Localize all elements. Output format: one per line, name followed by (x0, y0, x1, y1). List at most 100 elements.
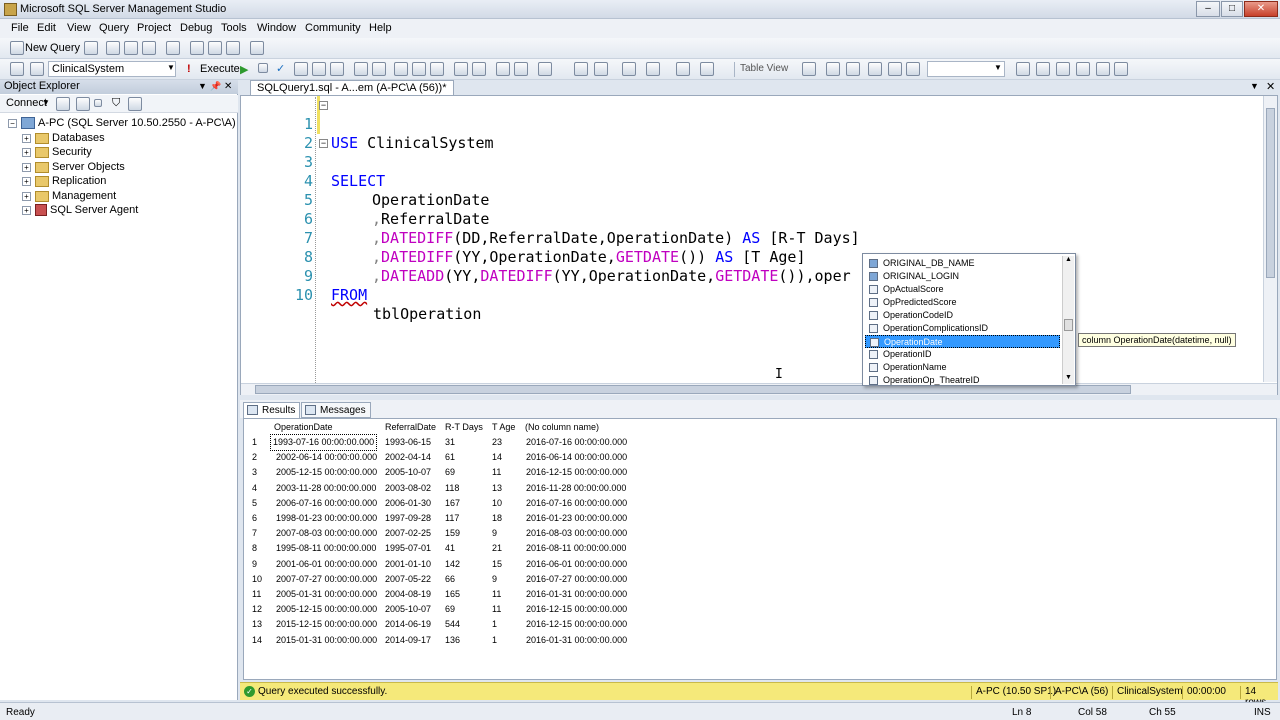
table-cell[interactable]: 2015-12-15 00:00:00.000 (276, 617, 377, 632)
table-cell[interactable]: 66 (445, 572, 455, 587)
table-cell[interactable]: 1 (492, 633, 497, 648)
table-row[interactable]: 4 2003-11-28 00:00:00.000 2003-08-02 118 13 2… (244, 481, 644, 496)
menu-tools[interactable]: Tools (221, 22, 247, 34)
table-cell[interactable]: 2007-07-27 00:00:00.000 (276, 572, 377, 587)
table-cell[interactable]: 136 (445, 633, 460, 648)
table-cell[interactable]: 2016-01-31 00:00:00.000 (526, 633, 627, 648)
chevron-down-icon[interactable]: ▼ (1250, 81, 1259, 91)
intellisense-item[interactable]: OperationCodeID (865, 309, 1060, 322)
save-icon[interactable] (208, 41, 222, 55)
table-row[interactable]: 11 2005-01-31 00:00:00.000 2004-08-19 165 11… (244, 587, 644, 602)
table-row[interactable]: 14 2015-01-31 00:00:00.000 2014-09-17 136 1 2… (244, 633, 644, 648)
chevron-down-icon[interactable]: ▼ (198, 80, 207, 93)
display-estimated-plan-icon[interactable] (294, 62, 308, 76)
zoom-icon[interactable] (906, 62, 920, 76)
table-cell[interactable]: 1995-08-11 00:00:00.000 (276, 541, 376, 556)
tree-node-server-objects[interactable]: + Server Objects (22, 160, 125, 174)
table-cell[interactable]: 2006-01-30 (385, 496, 431, 511)
intellisense-item[interactable]: OperationID (865, 348, 1060, 361)
table-cell[interactable]: 14 (492, 450, 502, 465)
table-cell[interactable]: 2016-07-16 00:00:00.000 (526, 435, 627, 450)
show-criteria-icon[interactable] (622, 62, 636, 76)
table-row[interactable]: 6 1998-01-23 00:00:00.000 1997-09-28 117 18 2… (244, 511, 644, 526)
collapse-icon[interactable]: − (319, 139, 328, 148)
make-same-height-icon[interactable] (1056, 62, 1070, 76)
table-cell[interactable]: 2002-06-14 00:00:00.000 (276, 450, 377, 465)
close-button[interactable]: ✕ (1244, 1, 1278, 17)
table-row[interactable]: 5 2006-07-16 00:00:00.000 2006-01-30 167 10 2… (244, 496, 644, 511)
layout-icon[interactable] (868, 62, 882, 76)
analysis-query-icon[interactable] (106, 41, 120, 55)
connect-icon[interactable] (10, 62, 24, 76)
execute-button[interactable]: Execute (200, 63, 240, 75)
align-icon[interactable] (1016, 62, 1030, 76)
table-row[interactable]: 3 2005-12-15 00:00:00.000 2005-10-07 69 11 20… (244, 465, 644, 480)
filter-icon[interactable]: ⛉ (112, 97, 120, 110)
intellisense-item-selected[interactable]: OperationDate (865, 335, 1060, 348)
table-cell[interactable]: 9 (492, 526, 497, 541)
pin-icon[interactable]: 📌 (210, 80, 221, 93)
tree-node-security[interactable]: + Security (22, 145, 92, 159)
tree-node-replication[interactable]: + Replication (22, 174, 106, 188)
expand-icon[interactable]: + (22, 133, 31, 143)
table-cell[interactable]: 2001-06-01 00:00:00.000 (276, 557, 377, 572)
group-by-icon[interactable] (802, 62, 816, 76)
menu-project[interactable]: Project (137, 22, 171, 34)
size-to-grid-icon[interactable] (1076, 62, 1090, 76)
table-cell[interactable]: 2001-01-10 (385, 557, 431, 572)
results-grid[interactable]: OperationDate ReferralDate R-T Days T Ag… (243, 418, 1277, 680)
tree-server-node[interactable]: − A-PC (SQL Server 10.50.2550 - A-PC\A) (8, 116, 236, 130)
add-table-icon[interactable] (594, 62, 608, 76)
new-query-button[interactable]: New Query (25, 42, 80, 54)
table-cell[interactable]: 2007-02-25 (385, 526, 431, 541)
tree-node-databases[interactable]: + Databases (22, 131, 105, 145)
editor-vertical-scrollbar[interactable] (1263, 96, 1277, 382)
menu-query[interactable]: Query (99, 22, 129, 34)
database-select[interactable]: ClinicalSystem ▼ (48, 61, 176, 77)
print-icon[interactable] (226, 41, 240, 55)
table-cell[interactable]: 159 (445, 526, 460, 541)
increase-indent-icon[interactable] (472, 62, 486, 76)
table-cell[interactable]: 118 (445, 481, 459, 496)
column-header[interactable]: (No column name) (525, 420, 599, 435)
column-header[interactable]: ReferralDate (385, 420, 436, 435)
table-cell[interactable]: 2005-10-07 (385, 602, 431, 617)
table-cell[interactable]: 13 (492, 481, 502, 496)
bring-to-front-icon[interactable] (1096, 62, 1110, 76)
intellisense-item[interactable]: OperationOp_TheatreID (865, 374, 1060, 387)
intellisense-item[interactable]: OperationComplicationsID (865, 322, 1060, 335)
table-cell[interactable]: 2005-01-31 00:00:00.000 (276, 587, 377, 602)
minimize-button[interactable]: – (1196, 1, 1220, 17)
tree-node-management[interactable]: + Management (22, 189, 116, 203)
table-cell[interactable]: 165 (445, 587, 460, 602)
menu-window[interactable]: Window (257, 22, 296, 34)
column-header[interactable]: R-T Days (445, 420, 483, 435)
dmx-query-icon[interactable] (142, 41, 156, 55)
column-header[interactable]: T Age (492, 420, 515, 435)
table-cell[interactable]: 1993-07-16 00:00:00.000 (269, 434, 378, 451)
comment-icon[interactable] (412, 62, 426, 76)
query-designer-icon[interactable] (312, 62, 326, 76)
expand-icon[interactable]: + (22, 191, 31, 201)
stop-icon[interactable] (94, 99, 102, 107)
table-cell[interactable]: 2003-08-02 (385, 481, 431, 496)
table-cell[interactable]: 142 (445, 557, 460, 572)
sql-editor[interactable]: − − 1 USE ClinicalSystem 2 3 SELECT 4 Op… (240, 95, 1278, 395)
table-cell[interactable]: 2016-06-14 00:00:00.000 (526, 450, 627, 465)
close-icon[interactable]: ✕ (1266, 80, 1275, 93)
table-cell[interactable]: 61 (445, 450, 455, 465)
maximize-button[interactable]: □ (1221, 1, 1243, 17)
menu-file[interactable]: File (11, 22, 29, 34)
table-cell[interactable]: 2016-01-31 00:00:00.000 (526, 587, 627, 602)
table-cell[interactable]: 2003-11-28 00:00:00.000 (276, 481, 376, 496)
arrange-icon[interactable] (888, 62, 902, 76)
menu-view[interactable]: View (67, 22, 91, 34)
intellisense-item[interactable]: OpActualScore (865, 283, 1060, 296)
expand-icon[interactable]: + (22, 176, 31, 186)
new-file-icon[interactable] (166, 41, 180, 55)
results-to-file-icon[interactable] (394, 62, 408, 76)
abc-icon[interactable] (538, 62, 552, 76)
debug-play-icon[interactable]: ▶ (240, 63, 248, 76)
collapse-icon[interactable]: − (8, 118, 17, 128)
table-cell[interactable]: 2005-12-15 00:00:00.000 (276, 602, 377, 617)
